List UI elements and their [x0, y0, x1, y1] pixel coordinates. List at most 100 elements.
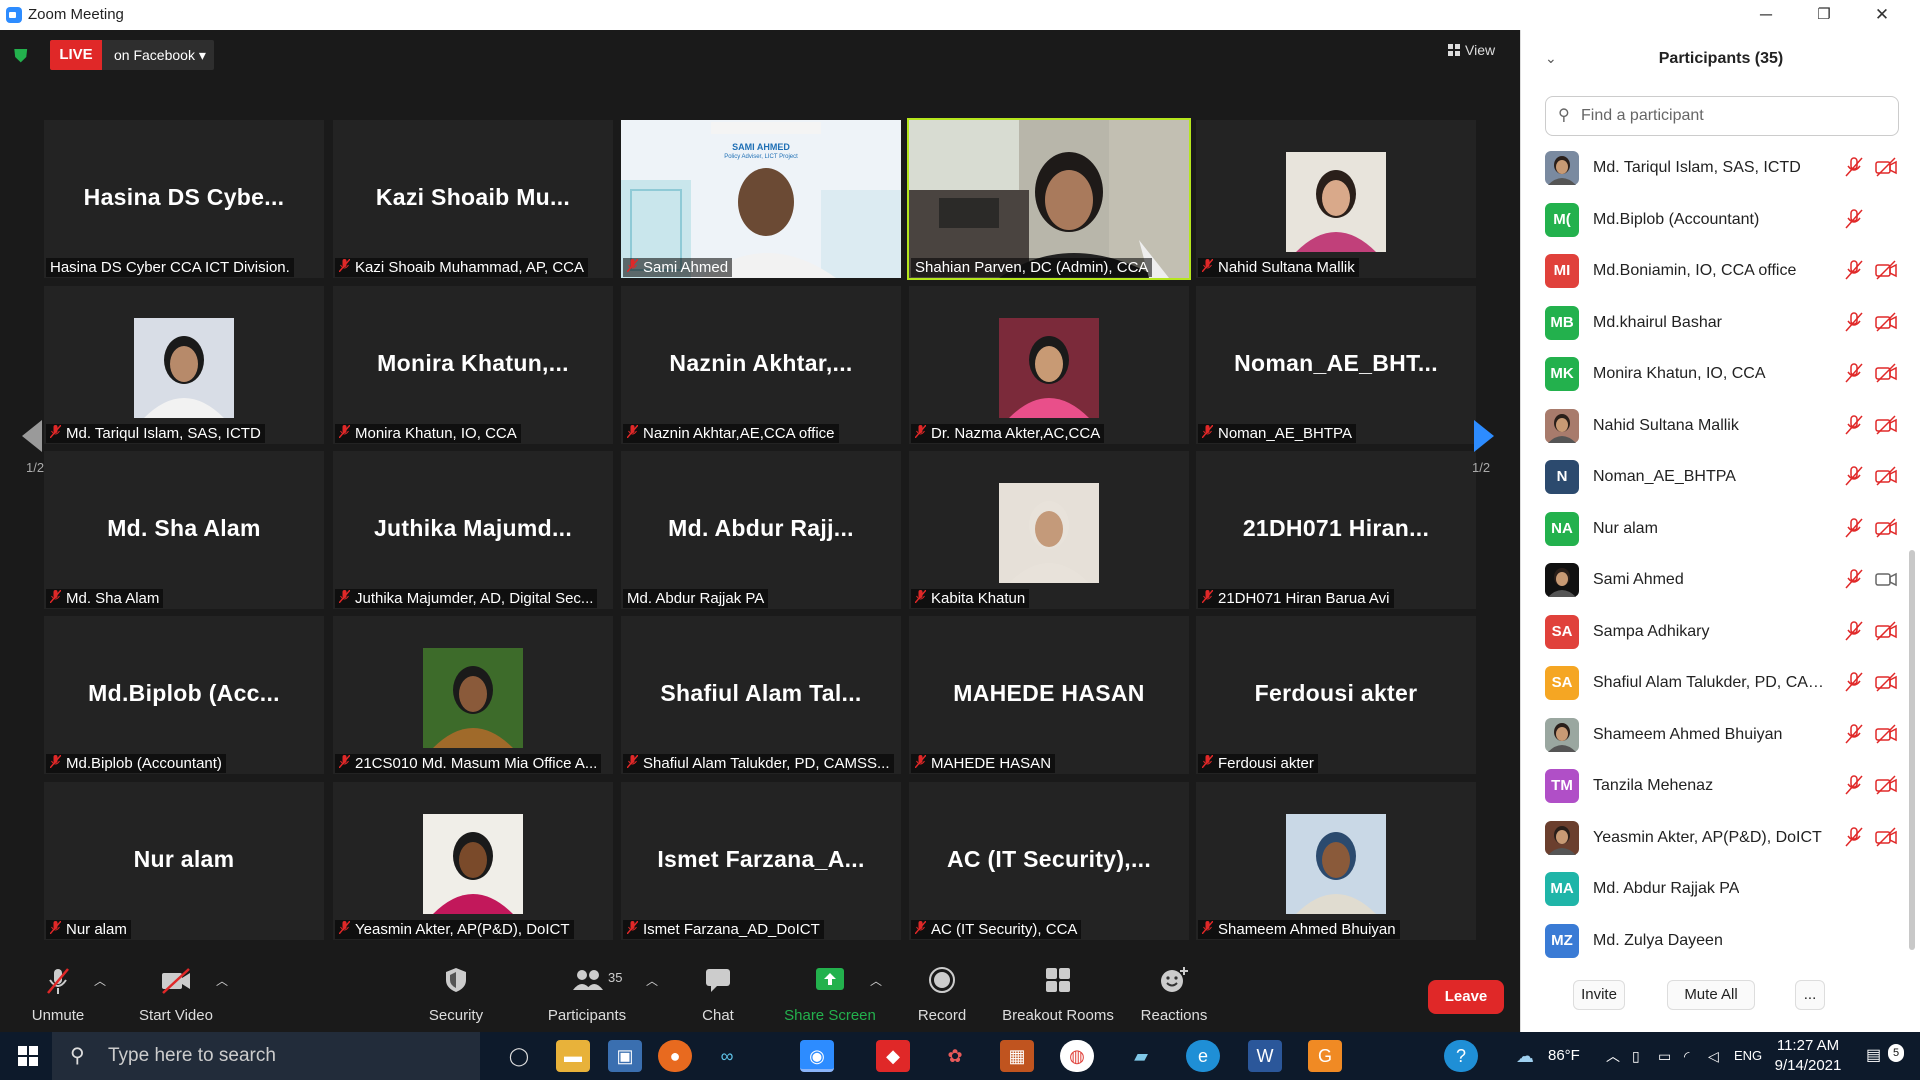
participant-search-input[interactable]: ⚲ Find a participant [1545, 96, 1899, 136]
notifications-icon[interactable]: ▤ [1866, 1032, 1881, 1080]
anydesk-icon[interactable]: ◆ [876, 1040, 910, 1072]
participant-row[interactable]: TM Tanzila Mehenaz [1545, 763, 1897, 809]
participant-tile[interactable]: Nahid Sultana Mallik [1196, 120, 1476, 278]
firefox-icon[interactable]: ● [658, 1040, 692, 1072]
share-options-caret-icon[interactable]: ︿ [870, 972, 882, 989]
participant-row[interactable]: MZ Md. Zulya Dayeen [1545, 918, 1895, 964]
leave-button[interactable]: Leave [1428, 980, 1504, 1014]
participant-tile[interactable]: Kazi Shoaib Mu... Kazi Shoaib Muhammad, A… [333, 120, 613, 278]
restore-button[interactable]: ❐ [1796, 2, 1852, 28]
live-destination-dropdown[interactable]: on Facebook ▾ [102, 40, 214, 70]
media-app-icon[interactable]: ▦ [1000, 1040, 1034, 1072]
task-view-icon[interactable]: ◯ [502, 1040, 536, 1072]
participant-tile[interactable]: Kabita Khatun [909, 451, 1189, 609]
mic-muted-icon[interactable] [1845, 620, 1863, 646]
participant-row[interactable]: MI Md.Boniamin, IO, CCA office [1545, 248, 1897, 294]
participant-row[interactable]: SA Sampa Adhikary [1545, 609, 1897, 655]
mic-muted-icon[interactable] [1845, 723, 1863, 749]
participant-tile[interactable]: Md. Abdur Rajj... Md. Abdur Rajjak PA [621, 451, 901, 609]
participant-tile[interactable]: Nur alam Nur alam [44, 782, 324, 940]
participant-row[interactable]: MK Monira Khatun, IO, CCA [1545, 351, 1897, 397]
weather-icon[interactable]: ☁ [1516, 1032, 1534, 1080]
infinity-app-icon[interactable]: ∞ [710, 1040, 744, 1072]
volume-icon[interactable]: ◁ [1708, 1032, 1719, 1080]
participant-tile[interactable]: Ismet Farzana_A... Ismet Farzana_AD_DoICT [621, 782, 901, 940]
video-off-icon[interactable] [1875, 826, 1897, 852]
reactions-button[interactable]: Reactions [1138, 952, 1210, 1032]
participant-row[interactable]: Md. Tariqul Islam, SAS, ICTD [1545, 145, 1897, 191]
mic-muted-icon[interactable] [1845, 208, 1863, 234]
close-button[interactable]: ✕ [1854, 2, 1910, 28]
participant-row[interactable]: SA Shafiul Alam Talukder, PD, CAMSS... [1545, 660, 1897, 706]
participant-tile[interactable]: Hasina DS Cybe... Hasina DS Cyber CCA ICT… [44, 120, 324, 278]
mic-muted-icon[interactable] [1845, 363, 1863, 388]
edge-icon[interactable]: e [1186, 1040, 1220, 1072]
participant-tile[interactable]: Monira Khatun,... Monira Khatun, IO, CCA [333, 286, 613, 444]
participant-row[interactable]: Shameem Ahmed Bhuiyan [1545, 712, 1897, 758]
mic-muted-icon[interactable] [1845, 775, 1863, 800]
minimize-button[interactable]: ─ [1738, 2, 1794, 28]
participant-tile[interactable]: Shafiul Alam Tal... Shafiul Alam Talukder… [621, 616, 901, 774]
paint-icon[interactable]: ✿ [938, 1040, 972, 1072]
mute-all-button[interactable]: Mute All [1667, 980, 1755, 1010]
participant-tile[interactable]: Naznin Akhtar,... Naznin Akhtar,AE,CCA of… [621, 286, 901, 444]
share-screen-button[interactable]: Share Screen ︿ [784, 952, 882, 1032]
encryption-shield-icon[interactable]: ⛊ [14, 46, 32, 66]
participant-tile[interactable]: Md.Biplob (Acc... Md.Biplob (Accountant) [44, 616, 324, 774]
breakout-rooms-button[interactable]: Breakout Rooms [1000, 952, 1116, 1032]
mic-muted-icon[interactable] [1845, 569, 1863, 594]
participant-row[interactable]: N Noman_AE_BHTPA [1545, 454, 1897, 500]
view-button[interactable]: View [1448, 42, 1495, 58]
language-indicator[interactable]: ENG [1734, 1032, 1762, 1080]
participant-tile[interactable]: Yeasmin Akter, AP(P&D), DoICT [333, 782, 613, 940]
zoom-taskbar-icon[interactable]: ◉ [800, 1040, 834, 1072]
more-options-button[interactable]: ... [1795, 980, 1825, 1010]
security-button[interactable]: Security [424, 952, 488, 1032]
video-off-icon[interactable] [1875, 414, 1897, 440]
wifi-icon[interactable]: ◜ [1684, 1032, 1689, 1080]
participant-list-scrollbar[interactable] [1909, 550, 1915, 950]
chat-button[interactable]: Chat [696, 952, 740, 1032]
mic-muted-icon[interactable] [1845, 157, 1863, 182]
audio-options-caret-icon[interactable]: ︿ [94, 972, 106, 989]
video-off-icon[interactable] [1875, 363, 1897, 388]
temperature-readout[interactable]: 86°F [1548, 1032, 1580, 1080]
participant-row[interactable]: Yeasmin Akter, AP(P&D), DoICT [1545, 815, 1897, 861]
mic-muted-icon[interactable] [1845, 826, 1863, 852]
participant-row[interactable]: Sami Ahmed [1545, 557, 1897, 603]
participant-tile[interactable]: 21DH071 Hiran... 21DH071 Hiran Barua Avi [1196, 451, 1476, 609]
participant-row[interactable]: NA Nur alam [1545, 506, 1897, 552]
participants-button[interactable]: 35 Participants ︿ [544, 952, 658, 1032]
participant-row[interactable]: M(Md.Biplob (Accountant) [1545, 197, 1895, 243]
participant-row[interactable]: MB Md.khairul Bashar [1545, 300, 1897, 346]
invite-button[interactable]: Invite [1573, 980, 1625, 1010]
video-off-icon[interactable] [1875, 157, 1897, 182]
taskbar-search-input[interactable]: ⚲ Type here to search [52, 1032, 480, 1080]
mic-muted-icon[interactable] [1845, 260, 1863, 285]
video-options-caret-icon[interactable]: ︿ [216, 972, 228, 989]
pdf-app-icon[interactable]: G [1308, 1040, 1342, 1072]
previous-page-button[interactable] [20, 418, 50, 457]
clock[interactable]: 11:27 AM 9/14/2021 [1770, 1036, 1846, 1076]
participant-tile[interactable]: Shameem Ahmed Bhuiyan [1196, 782, 1476, 940]
video-off-icon[interactable] [1875, 723, 1897, 749]
participant-tile[interactable]: Dr. Nazma Akter,AC,CCA [909, 286, 1189, 444]
video-off-icon[interactable] [1875, 466, 1897, 491]
mic-muted-icon[interactable] [1845, 672, 1863, 697]
mic-muted-icon[interactable] [1845, 414, 1863, 440]
participant-tile[interactable]: Md. Sha Alam Md. Sha Alam [44, 451, 324, 609]
mic-muted-icon[interactable] [1845, 466, 1863, 491]
mic-muted-icon[interactable] [1845, 517, 1863, 543]
participant-tile[interactable]: SAMI AHMED Policy Adviser, LICT Project S… [621, 120, 901, 278]
file-explorer-icon[interactable]: ▬ [556, 1040, 590, 1072]
record-button[interactable]: Record [914, 952, 970, 1032]
store-icon[interactable]: ▣ [608, 1040, 642, 1072]
participant-tile[interactable]: AC (IT Security),... AC (IT Security), CC… [909, 782, 1189, 940]
mic-muted-icon[interactable] [1845, 311, 1863, 337]
video-off-icon[interactable] [1875, 517, 1897, 543]
tray-device-icon[interactable]: ▯ [1632, 1032, 1640, 1080]
word-icon[interactable]: W [1248, 1040, 1282, 1072]
video-off-icon[interactable] [1875, 775, 1897, 800]
battery-icon[interactable]: ▭ [1658, 1032, 1671, 1080]
unmute-button[interactable]: Unmute ︿ [22, 952, 106, 1032]
